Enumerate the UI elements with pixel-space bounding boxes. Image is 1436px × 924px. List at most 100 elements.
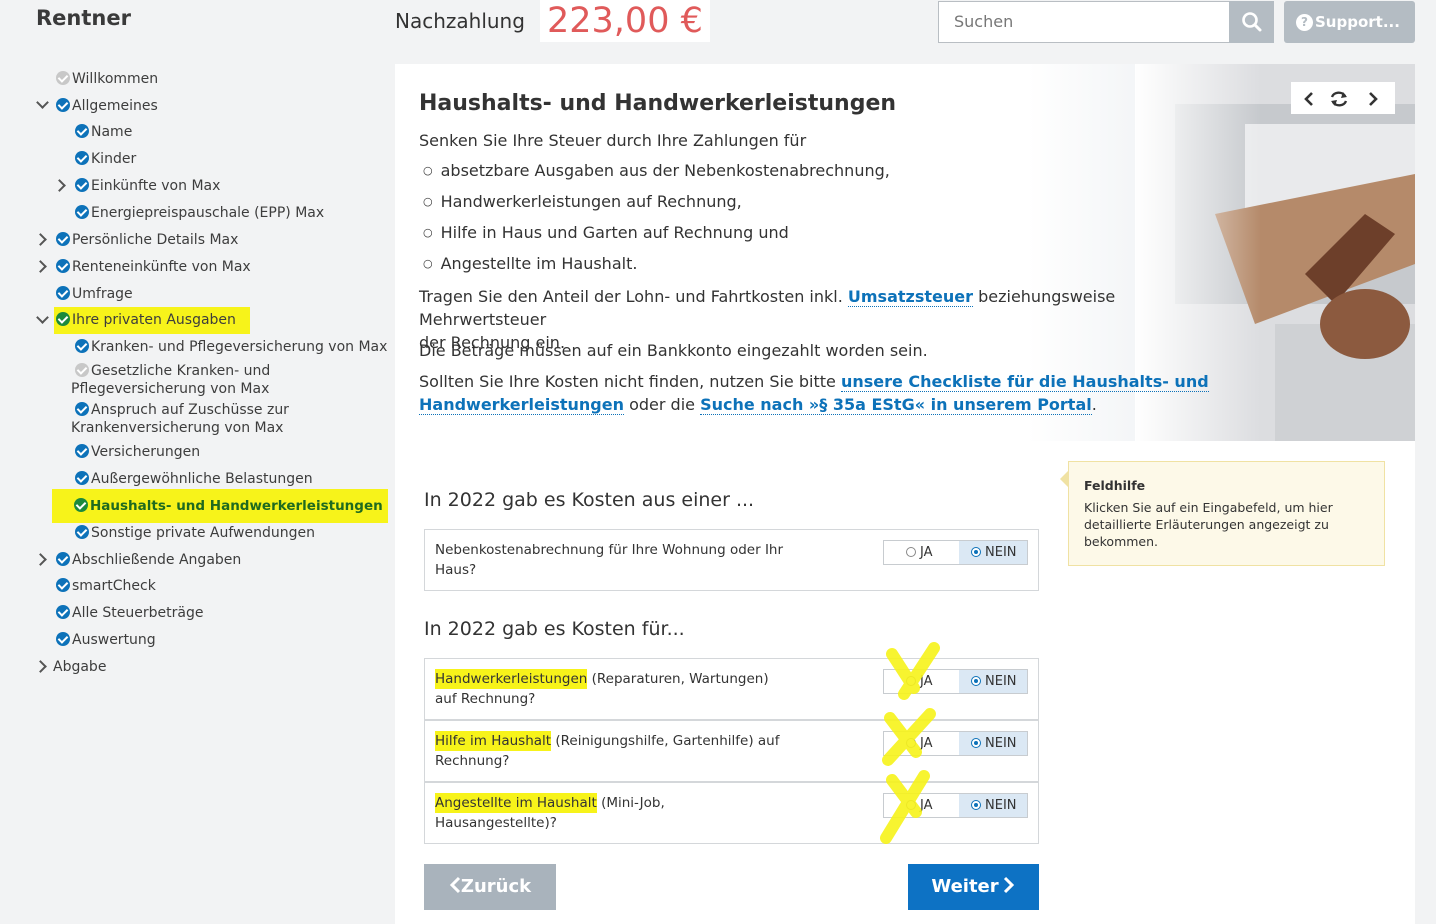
checklist-link[interactable]: unsere Checkliste für die Haushalts- und — [840, 372, 1209, 392]
check-icon — [56, 232, 70, 246]
check-icon — [75, 124, 89, 138]
sidebar-item-umfrage[interactable]: Umfrage — [56, 285, 133, 303]
list-item: Angestellte im Haushalt. — [423, 254, 638, 273]
search-input[interactable]: Suchen — [938, 1, 1230, 43]
sidebar-item-sonstige[interactable]: Sonstige private Aufwendungen — [75, 524, 315, 542]
sidebar-item-gesetzliche[interactable]: Gesetzliche Kranken- und Pflegeversicher… — [71, 362, 270, 398]
radio-icon — [906, 547, 916, 557]
question-nebenkosten: Nebenkostenabrechnung für Ihre Wohnung o… — [424, 529, 1039, 591]
radio-ja[interactable]: JA — [884, 541, 959, 564]
check-icon — [75, 151, 89, 165]
sidebar-item-allgemeines[interactable]: Allgemeines — [56, 97, 158, 115]
check-icon — [56, 605, 70, 619]
question-label: Nebenkostenabrechnung für Ihre Wohnung o… — [435, 542, 784, 578]
radio-nein[interactable]: NEIN — [959, 541, 1027, 564]
chevron-right-icon[interactable] — [36, 555, 45, 564]
refund-label: Nachzahlung — [395, 9, 525, 33]
umsatzsteuer-link[interactable]: Umsatzsteuer — [847, 287, 973, 307]
sidebar-item-renteneinkuenfte[interactable]: Renteneinkünfte von Max — [56, 258, 251, 276]
chevron-right-icon[interactable] — [36, 262, 45, 271]
help-circle-icon: ? — [1296, 14, 1313, 31]
info-hero: Haushalts- und Handwerkerleistungen Senk… — [395, 64, 1415, 441]
chevron-down-icon[interactable] — [38, 98, 47, 107]
chevron-right-icon[interactable] — [55, 181, 64, 190]
sidebar-item-belastungen[interactable]: Außergewöhnliche Belastungen — [75, 470, 313, 488]
check-icon — [75, 525, 89, 539]
sidebar-item-kranken-pflege[interactable]: Kranken- und Pflegeversicherung von Max — [75, 338, 387, 356]
help-title: Feldhilfe — [1084, 478, 1146, 493]
next-page-button[interactable] — [1367, 91, 1379, 111]
chevron-right-icon[interactable] — [36, 235, 45, 244]
help-text: Klicken Sie auf ein Eingabefeld, um hier… — [1084, 500, 1333, 549]
portal-search-link[interactable]: Suche nach »§ 35a EStG« in unserem Porta… — [700, 395, 1092, 415]
refresh-icon — [1330, 91, 1348, 107]
page-nav-controls — [1291, 82, 1395, 114]
sidebar-item-kinder[interactable]: Kinder — [75, 150, 136, 168]
list-item: Handwerkerleistungen auf Rechnung, — [423, 192, 742, 211]
check-icon — [56, 632, 70, 646]
app-title: Rentner — [36, 6, 131, 30]
check-icon — [56, 259, 70, 273]
sidebar-item-steuerbetraege[interactable]: Alle Steuerbeträge — [56, 604, 203, 622]
section-title: In 2022 gab es Kosten aus einer ... — [424, 489, 755, 511]
next-button[interactable]: Weiter — [908, 864, 1039, 910]
check-icon — [75, 339, 89, 353]
bank-paragraph: Die Beträge müssen auf ein Bankkonto ein… — [419, 341, 928, 360]
radio-nein[interactable]: NEIN — [959, 794, 1027, 817]
radio-nein[interactable]: NEIN — [959, 670, 1027, 693]
list-item: Hilfe in Haus und Garten auf Rechnung un… — [423, 223, 789, 242]
check-icon — [56, 578, 70, 592]
intro-text: Senken Sie Ihre Steuer durch Ihre Zahlun… — [419, 131, 807, 150]
sidebar-item-name[interactable]: Name — [75, 123, 132, 141]
check-icon — [56, 312, 70, 326]
sidebar-item-einkuenfte[interactable]: Einkünfte von Max — [75, 177, 220, 195]
chevron-left-icon — [1304, 92, 1313, 106]
previous-page-button[interactable] — [1303, 91, 1315, 111]
search-button[interactable] — [1229, 1, 1274, 43]
radio-nein[interactable]: NEIN — [959, 732, 1027, 755]
yes-no-toggle: JA NEIN — [883, 540, 1028, 565]
highlight-x-marks — [880, 642, 940, 844]
back-button[interactable]: Zurück — [424, 864, 556, 910]
check-icon — [75, 402, 89, 416]
radio-selected-icon — [971, 547, 981, 557]
radio-selected-icon — [971, 676, 981, 686]
sidebar-item-willkommen[interactable]: Willkommen — [56, 70, 158, 88]
sidebar-item-abschliessende[interactable]: Abschließende Angaben — [56, 551, 241, 569]
check-icon — [74, 498, 88, 512]
refund-value: 223,00 € — [540, 0, 710, 42]
question-label: Handwerkerleistungen (Reparaturen, Wartu… — [435, 669, 769, 707]
sidebar-item-haushalt-active[interactable]: Haushalts- und Handwerkerleistungen — [52, 489, 388, 523]
checklist-link-cont[interactable]: Handwerkerleistungen — [419, 395, 624, 415]
sidebar-item-auswertung[interactable]: Auswertung — [56, 631, 156, 649]
checklist-paragraph: Sollten Sie Ihre Kosten nicht finden, nu… — [419, 372, 1209, 415]
check-icon — [75, 444, 89, 458]
support-label: Support... — [1315, 13, 1400, 31]
sidebar-item-zuschuesse[interactable]: Anspruch auf Zuschüsse zur Krankenversic… — [71, 401, 289, 437]
radio-selected-icon — [971, 800, 981, 810]
chevron-down-icon[interactable] — [38, 313, 47, 322]
list-item: absetzbare Ausgaben aus der Nebenkostena… — [423, 161, 890, 180]
question-label: Hilfe im Haushalt (Reinigungshilfe, Gart… — [435, 731, 780, 769]
sidebar-item-private-ausgaben[interactable]: Ihre privaten Ausgaben — [54, 307, 250, 334]
sidebar-item-persoenliche-details[interactable]: Persönliche Details Max — [56, 231, 238, 249]
sidebar-item-smartcheck[interactable]: smartCheck — [56, 577, 156, 595]
check-icon — [56, 98, 70, 112]
check-icon — [56, 552, 70, 566]
refresh-button[interactable] — [1329, 90, 1349, 112]
chevron-left-icon — [449, 876, 460, 894]
field-help-box: Feldhilfe Klicken Sie auf ein Eingabefel… — [1060, 461, 1385, 566]
section-title: In 2022 gab es Kosten für... — [424, 618, 685, 640]
chevron-right-icon — [1003, 876, 1014, 894]
page-title: Haushalts- und Handwerkerleistungen — [419, 91, 897, 116]
sidebar-item-epp[interactable]: Energiepreispauschale (EPP) Max — [75, 204, 324, 222]
question-label: Angestellte im Haushalt (Mini-Job, Hausa… — [435, 793, 665, 831]
check-icon — [75, 205, 89, 219]
support-button[interactable]: ? Support... — [1284, 1, 1415, 43]
sidebar-item-versicherungen[interactable]: Versicherungen — [75, 443, 200, 461]
check-icon — [56, 286, 70, 300]
search-icon — [1242, 12, 1262, 32]
chevron-right-icon[interactable] — [36, 662, 45, 671]
sidebar-item-abgabe[interactable]: Abgabe — [53, 658, 106, 676]
check-icon — [75, 178, 89, 192]
